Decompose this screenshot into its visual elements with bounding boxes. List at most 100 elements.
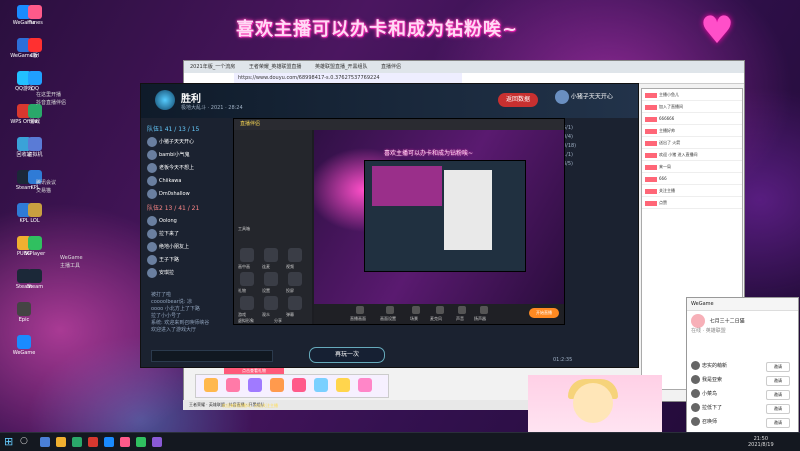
champion-icon <box>147 162 157 173</box>
chat-message: 666666 <box>642 113 742 125</box>
url-input[interactable]: https://www.douyu.com/68998417-s.0.37627… <box>234 73 462 83</box>
tool-label: 弹幕 <box>286 312 294 317</box>
player-row[interactable]: 老板今天不想上 <box>147 162 237 175</box>
tool-button[interactable] <box>240 248 254 262</box>
desktop-icon[interactable]: LOL <box>24 202 46 232</box>
taskbar: ⊞ ○ 21:50 2021/8/19 <box>0 432 800 451</box>
player-row[interactable]: Oolong <box>147 215 237 228</box>
invite-button[interactable]: 邀请 <box>766 418 790 428</box>
volume-icon[interactable] <box>458 306 466 314</box>
taskbar-app-icon[interactable] <box>88 437 98 447</box>
tool-label: 视频 <box>286 264 294 269</box>
taskbar-app-icon[interactable] <box>104 437 114 447</box>
screen-icon[interactable] <box>356 306 364 314</box>
tool-label: 分享 <box>274 318 282 323</box>
browser-tab[interactable]: 英雄联盟直播_开黑组队 <box>309 64 374 70</box>
player-card[interactable]: 小猪子天天开心 <box>555 90 635 114</box>
champion-icon <box>147 241 157 252</box>
friend-avatar <box>691 361 700 370</box>
taskbar-app-icon[interactable] <box>40 437 50 447</box>
player-row[interactable]: bambi小气鬼 <box>147 149 237 162</box>
champion-icon <box>147 215 157 226</box>
friend-row[interactable]: 拉低下了 邀请 <box>691 402 794 414</box>
tool-button[interactable] <box>240 272 254 286</box>
scene-icon[interactable] <box>412 306 420 314</box>
fan-badge-icon <box>645 164 657 170</box>
gift-icon[interactable] <box>292 378 306 392</box>
gift-icon[interactable] <box>204 378 218 392</box>
app-icon <box>28 38 42 52</box>
tool-button[interactable] <box>264 296 278 310</box>
invite-button[interactable]: 邀请 <box>766 390 790 400</box>
taskbar-app-icon[interactable] <box>152 437 162 447</box>
champion-icon <box>147 136 157 147</box>
desktop-icon[interactable]: Ctrl <box>24 37 46 67</box>
wegame-user[interactable]: 七月三十二日猫 在线 · 英雄联盟 <box>691 314 745 335</box>
desktop-icon[interactable]: Epic <box>0 301 48 331</box>
control-label: 画面设置 <box>380 316 396 321</box>
settings-icon[interactable] <box>386 306 394 314</box>
player-row[interactable]: 王子下路 <box>147 254 237 267</box>
control-label: 扬声器 <box>474 316 486 321</box>
tool-button[interactable] <box>240 296 254 310</box>
game-chat-input[interactable] <box>151 350 273 362</box>
app-icon <box>28 203 42 217</box>
invite-button[interactable]: 邀请 <box>766 376 790 386</box>
taskbar-app-icon[interactable] <box>72 437 82 447</box>
desktop-icon[interactable]: iTunes <box>24 4 46 34</box>
fan-badge-icon <box>645 176 657 182</box>
taskbar-app-icon[interactable] <box>120 437 130 447</box>
fan-badge-icon <box>645 188 657 194</box>
player-row[interactable]: Dm0shallow <box>147 188 237 201</box>
tool-button[interactable] <box>288 296 302 310</box>
gift-icon[interactable] <box>358 378 372 392</box>
tool-button[interactable] <box>264 272 278 286</box>
friend-row[interactable]: 我是亚索 邀请 <box>691 374 794 386</box>
system-clock[interactable]: 21:50 2021/8/19 <box>748 436 774 448</box>
browser-tab[interactable]: 王者荣耀_英雄联盟直播 <box>243 64 308 70</box>
fan-badge-icon <box>645 200 657 206</box>
friend-row[interactable]: 小菜鸟 邀请 <box>691 388 794 400</box>
return-data-button[interactable]: 返回数据 <box>498 93 538 107</box>
desktop-icon[interactable]: 虚拟机 <box>24 136 46 166</box>
tool-button[interactable] <box>264 248 278 262</box>
invite-button[interactable]: 邀请 <box>766 362 790 372</box>
mic-icon[interactable] <box>436 306 444 314</box>
fan-badge-icon <box>645 116 657 122</box>
gift-icon[interactable] <box>248 378 262 392</box>
desktop-icon[interactable]: ViPlayer <box>24 235 46 265</box>
tool-label: 画中画 <box>238 264 250 269</box>
desktop-icon[interactable]: 游戏 <box>24 103 46 133</box>
friend-row[interactable]: 忠实的萌新 邀请 <box>691 360 794 372</box>
windows-start-icon[interactable]: ⊞ <box>4 436 16 448</box>
play-again-button[interactable]: 再玩一次 <box>309 347 385 363</box>
chat-message: 来一局 <box>642 161 742 173</box>
desktop-icon[interactable]: WeGame <box>0 334 48 364</box>
champion-icon <box>147 188 157 199</box>
browser-tab[interactable]: 直播伴侣 <box>375 64 407 70</box>
gift-icon[interactable] <box>270 378 284 392</box>
start-live-button[interactable]: 开始直播 <box>529 308 559 318</box>
tool-button[interactable] <box>288 248 302 262</box>
taskbar-app-icon[interactable] <box>136 437 146 447</box>
control-label: 声音 <box>456 316 464 321</box>
gift-icon[interactable] <box>314 378 328 392</box>
browser-tab[interactable]: 2021年版_一个流房 <box>184 64 241 70</box>
player-row[interactable]: 安琪拉 <box>147 267 237 280</box>
gift-icon[interactable] <box>336 378 350 392</box>
chat-message: 送出了 火箭 <box>642 137 742 149</box>
player-row[interactable]: Chiikawa <box>147 175 237 188</box>
taskbar-app-icon[interactable] <box>56 437 66 447</box>
player-row[interactable]: 绝地小朋友上 <box>147 241 237 254</box>
speaker-icon[interactable] <box>480 306 488 314</box>
player-row[interactable]: 小猪子天天开心 <box>147 136 237 149</box>
desktop-icon[interactable]: Steam <box>24 268 46 298</box>
friend-row[interactable]: 召唤师 邀请 <box>691 416 794 428</box>
tool-button[interactable] <box>288 272 302 286</box>
stat-line: (0/18) <box>561 143 577 149</box>
player-row[interactable]: 拉下来了 <box>147 228 237 241</box>
gift-icon[interactable] <box>226 378 240 392</box>
chat-message: 666 <box>642 173 742 185</box>
invite-button[interactable]: 邀请 <box>766 404 790 414</box>
search-icon[interactable]: ○ <box>20 436 30 446</box>
